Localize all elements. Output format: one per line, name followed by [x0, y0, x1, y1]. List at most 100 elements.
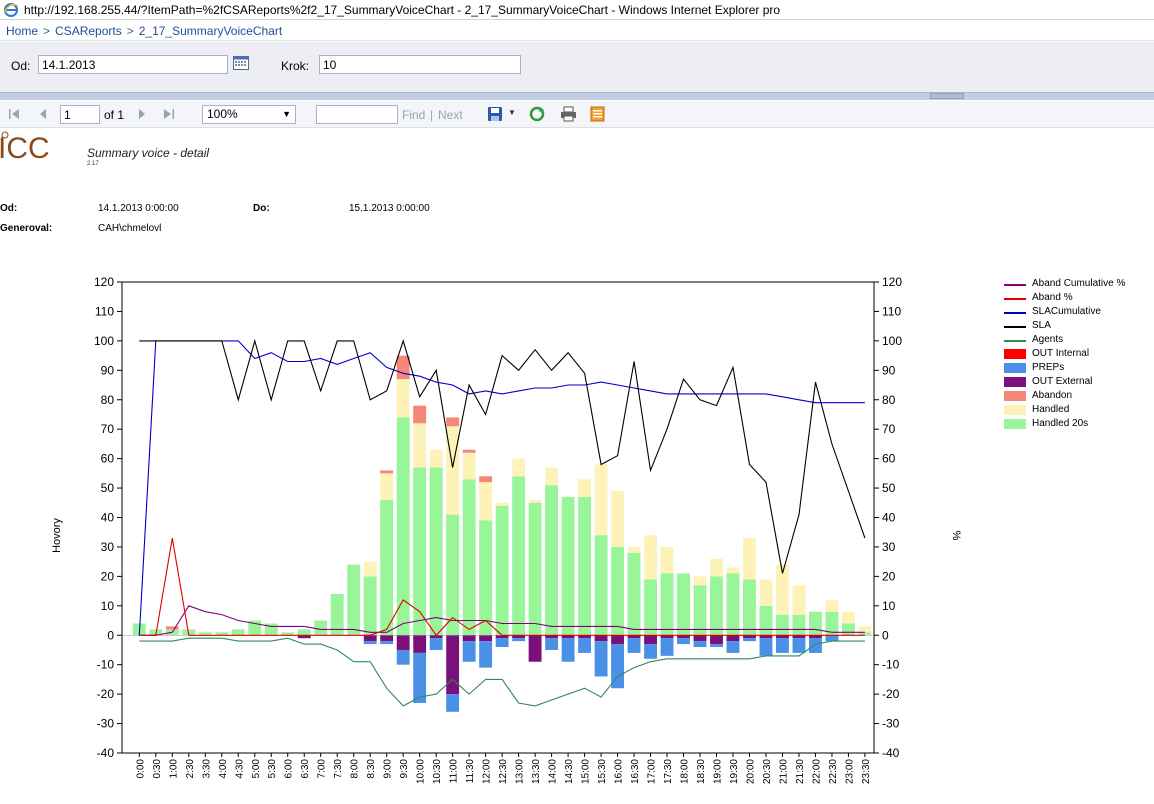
legend-label: Abandon: [1032, 390, 1073, 401]
y2-tick-label: 50: [882, 481, 896, 495]
legend-swatch: [1004, 284, 1026, 286]
bar-preps: [776, 638, 789, 653]
window-titlebar: http://192.168.255.44/?ItemPath=%2fCSARe…: [0, 0, 1154, 20]
bar-preps: [578, 638, 592, 653]
legend-swatch: [1004, 298, 1026, 300]
legend-label: Handled: [1032, 404, 1070, 415]
next-page-icon[interactable]: [137, 108, 147, 120]
y-tick-label: -30: [97, 717, 115, 731]
y2-tick-label: -40: [882, 746, 900, 760]
window-title: http://192.168.255.44/?ItemPath=%2fCSARe…: [24, 2, 781, 17]
legend-label: SLA: [1032, 320, 1051, 331]
find-link[interactable]: Find: [402, 108, 425, 122]
splitter-grip[interactable]: [930, 93, 964, 99]
parameters-splitter[interactable]: [0, 92, 1154, 100]
bar-handled-20s: [743, 579, 756, 636]
bar-preps: [710, 644, 723, 648]
bar-preps: [825, 635, 839, 642]
legend-label: Aband %: [1032, 292, 1073, 303]
legend-label: Handled 20s: [1032, 418, 1089, 429]
bar-handled-20s: [231, 629, 245, 636]
page-count-label: of 1: [104, 108, 125, 122]
bar-preps: [545, 638, 559, 650]
y2-tick-label: -10: [882, 658, 900, 672]
bar-handled-20s: [726, 573, 740, 636]
y-tick-label: -20: [97, 687, 115, 701]
bar-handled-20s: [644, 579, 657, 636]
x-tick-label: 6:30: [300, 759, 311, 779]
bar-handled-20s: [594, 535, 608, 636]
zoom-select[interactable]: 100% ▼: [202, 105, 296, 124]
find-input[interactable]: [316, 105, 398, 124]
y-axis-title: Hovory: [51, 518, 63, 553]
legend-swatch: [1004, 391, 1026, 401]
page-number-input[interactable]: [60, 105, 100, 124]
x-tick-label: 9:30: [399, 759, 410, 779]
x-tick-label: 4:30: [234, 759, 245, 779]
krok-input[interactable]: [319, 55, 521, 74]
print-icon[interactable]: [560, 106, 577, 122]
bar-handled: [380, 473, 394, 500]
bar-handled: [611, 491, 624, 547]
bar-handled-20s: [693, 585, 707, 636]
bar-preps: [677, 638, 690, 645]
last-page-icon[interactable]: [163, 108, 175, 120]
legend-label: Agents: [1032, 334, 1064, 345]
y-tick-label: -40: [97, 746, 115, 760]
y-tick-label: 20: [101, 569, 115, 583]
bar-preps: [396, 649, 410, 665]
x-tick-label: 17:00: [647, 759, 658, 784]
x-tick-label: 21:00: [778, 759, 789, 784]
bar-out-external: [363, 635, 377, 642]
bar-out-external: [446, 635, 460, 695]
y2-tick-label: 120: [882, 275, 902, 289]
next-link[interactable]: Next: [438, 108, 463, 122]
bar-handled: [627, 546, 641, 553]
od-param-label: Od:: [11, 59, 31, 73]
bar-preps: [413, 652, 427, 703]
x-tick-label: 4:00: [218, 759, 229, 779]
y-tick-label: 40: [101, 511, 115, 525]
export-save-icon[interactable]: [487, 106, 503, 122]
bar-handled-20s: [413, 467, 427, 636]
x-tick-label: 15:00: [581, 759, 592, 784]
bar-handled-20s: [363, 576, 377, 636]
legend-swatch: [1004, 326, 1026, 328]
calendar-icon[interactable]: [233, 55, 249, 70]
zoom-value: 100%: [207, 107, 238, 121]
bar-out-external: [479, 635, 493, 642]
series-line-agents: [139, 637, 865, 707]
x-tick-label: 7:30: [333, 759, 344, 779]
y2-tick-label: -20: [882, 687, 900, 701]
bar-abandon: [462, 449, 476, 453]
bar-preps: [429, 638, 443, 650]
bar-preps: [363, 641, 377, 645]
bar-preps: [809, 638, 822, 653]
legend-label: Aband Cumulative %: [1032, 278, 1126, 289]
breadcrumb-home-link[interactable]: Home: [6, 24, 38, 38]
x-tick-label: 5:00: [251, 759, 262, 779]
breadcrumb-report-link[interactable]: 2_17_SummaryVoiceChart: [139, 24, 282, 38]
first-page-icon[interactable]: [8, 108, 20, 120]
bar-out-external: [726, 635, 740, 642]
x-tick-label: 17:30: [663, 759, 674, 784]
bar-out-external: [462, 635, 476, 642]
breadcrumb-folder-link[interactable]: CSAReports: [55, 24, 122, 38]
y-tick-label: 110: [95, 304, 114, 318]
bar-handled: [644, 535, 657, 580]
y-tick-label: 120: [94, 275, 114, 289]
legend-label: PREPs: [1032, 362, 1065, 373]
data-feed-icon[interactable]: [590, 106, 605, 122]
x-tick-label: 10:30: [432, 759, 443, 784]
export-dropdown-icon[interactable]: ▼: [508, 108, 516, 117]
y2-tick-label: 20: [882, 569, 896, 583]
bar-handled-20s: [809, 611, 822, 636]
previous-page-icon[interactable]: [38, 108, 48, 120]
bar-handled-20s: [545, 485, 559, 636]
refresh-icon[interactable]: [529, 106, 545, 122]
bar-preps: [726, 641, 740, 653]
bar-preps: [495, 638, 509, 648]
od-date-input[interactable]: [38, 55, 228, 74]
y-tick-label: 90: [101, 363, 115, 377]
bar-handled: [825, 599, 839, 612]
